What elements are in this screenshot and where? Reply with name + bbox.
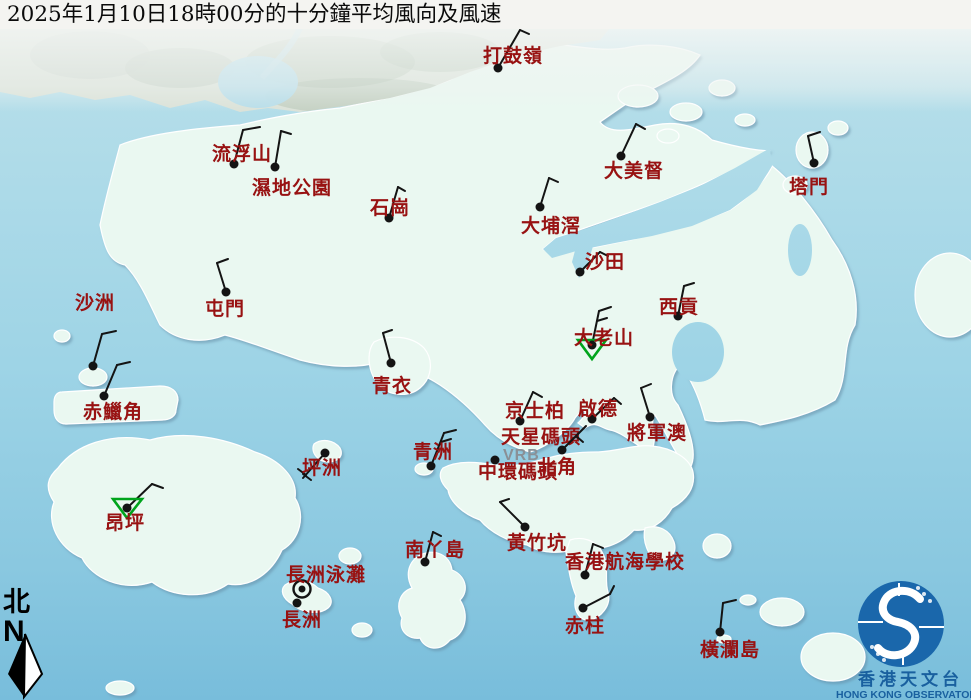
ne-islet-5: [735, 114, 755, 126]
station-dot: [521, 523, 530, 532]
station-label: 大老山: [574, 326, 634, 349]
lung-kwu-chau-islet: [54, 330, 70, 342]
mainland-china: [0, 28, 971, 114]
station-dot: [100, 392, 109, 401]
compass-hanzi-label: 北: [3, 587, 30, 618]
station-label: 青洲: [413, 441, 453, 463]
station-dot: [646, 413, 655, 422]
station-label: 石崗: [369, 196, 410, 219]
station-label: 長洲泳灘: [286, 563, 366, 586]
station-label: 赤鱲角: [83, 400, 143, 423]
tap-mun-islet-2: [828, 121, 848, 135]
station-label: 將軍澳: [627, 421, 687, 444]
ne-islet-4: [657, 129, 679, 143]
station-label: 長洲: [282, 609, 322, 631]
station-label: 坪洲: [302, 457, 342, 479]
hong-kong-wind-map: 打鼓嶺流浮山濕地公園石崗 大美督塔門大埔滘沙田西貢大老山 屯門 沙洲赤鱲角 青衣青洲 京士…: [0, 0, 971, 700]
station-label: 赤柱: [565, 614, 605, 637]
station-label: 沙田: [585, 251, 625, 273]
station-label: 北角: [537, 455, 577, 478]
station-label: 南丫島: [405, 538, 465, 561]
station-label: 打鼓嶺: [483, 44, 543, 67]
hko-name-chinese: 香港天文台: [858, 669, 963, 690]
po-toi-islet-1: [760, 598, 804, 626]
long-harbour-inlet: [788, 224, 812, 276]
station-label: 流浮山: [212, 142, 272, 165]
po-toi-islet-4: [740, 595, 756, 605]
haze-overlay: [0, 28, 971, 112]
station-label: 沙洲: [75, 292, 115, 314]
station-label: 屯門: [205, 297, 245, 320]
wind-map-screen: 2025年1月10日18時00分的十分鐘平均風向及風速: [0, 0, 971, 700]
shek-kwu-chau-islet: [352, 623, 372, 637]
station-label: 香港航海學校: [564, 550, 685, 573]
station-dot: [387, 359, 396, 368]
station-kai-tak: 啟德: [578, 397, 621, 424]
station-dot: [222, 288, 231, 297]
po-toi-islet-2: [801, 633, 865, 681]
station-dot: [293, 599, 302, 608]
station-label: 西貢: [659, 296, 699, 318]
station-label: 塔門: [789, 175, 829, 198]
station-dot: [558, 446, 567, 455]
station-dot: [536, 203, 545, 212]
station-label: 黃竹坑: [507, 531, 567, 554]
station-label: 濕地公園: [252, 176, 332, 199]
soko-islet: [106, 681, 134, 695]
station-label: 啟德: [578, 397, 618, 420]
map-title: 2025年1月10日18時00分的十分鐘平均風向及風速: [0, 0, 971, 29]
hei-ling-chau-islet: [339, 548, 361, 564]
station-label: 昂坪: [105, 512, 145, 534]
station-dot: [579, 604, 588, 613]
station-label: 青衣: [372, 374, 412, 397]
sha-chau-islet: [79, 368, 107, 386]
station-label: 橫瀾島: [700, 638, 760, 661]
station-label: 天星碼頭: [501, 426, 581, 448]
station-label: 大埔滘: [521, 214, 581, 237]
station-dot: [576, 268, 585, 277]
station-dot: [89, 362, 98, 371]
calm-wind-dot: [299, 586, 306, 593]
station-dot: [271, 163, 280, 172]
station-dot: [716, 628, 725, 637]
hko-name-english: HONG KONG OBSERVATORY: [836, 689, 971, 700]
tung-lung-islet: [703, 534, 731, 558]
port-shelter-bay: [672, 322, 724, 382]
station-label: 大美督: [604, 159, 664, 182]
station-dot: [810, 159, 819, 168]
station-label: 京士柏: [505, 399, 565, 422]
